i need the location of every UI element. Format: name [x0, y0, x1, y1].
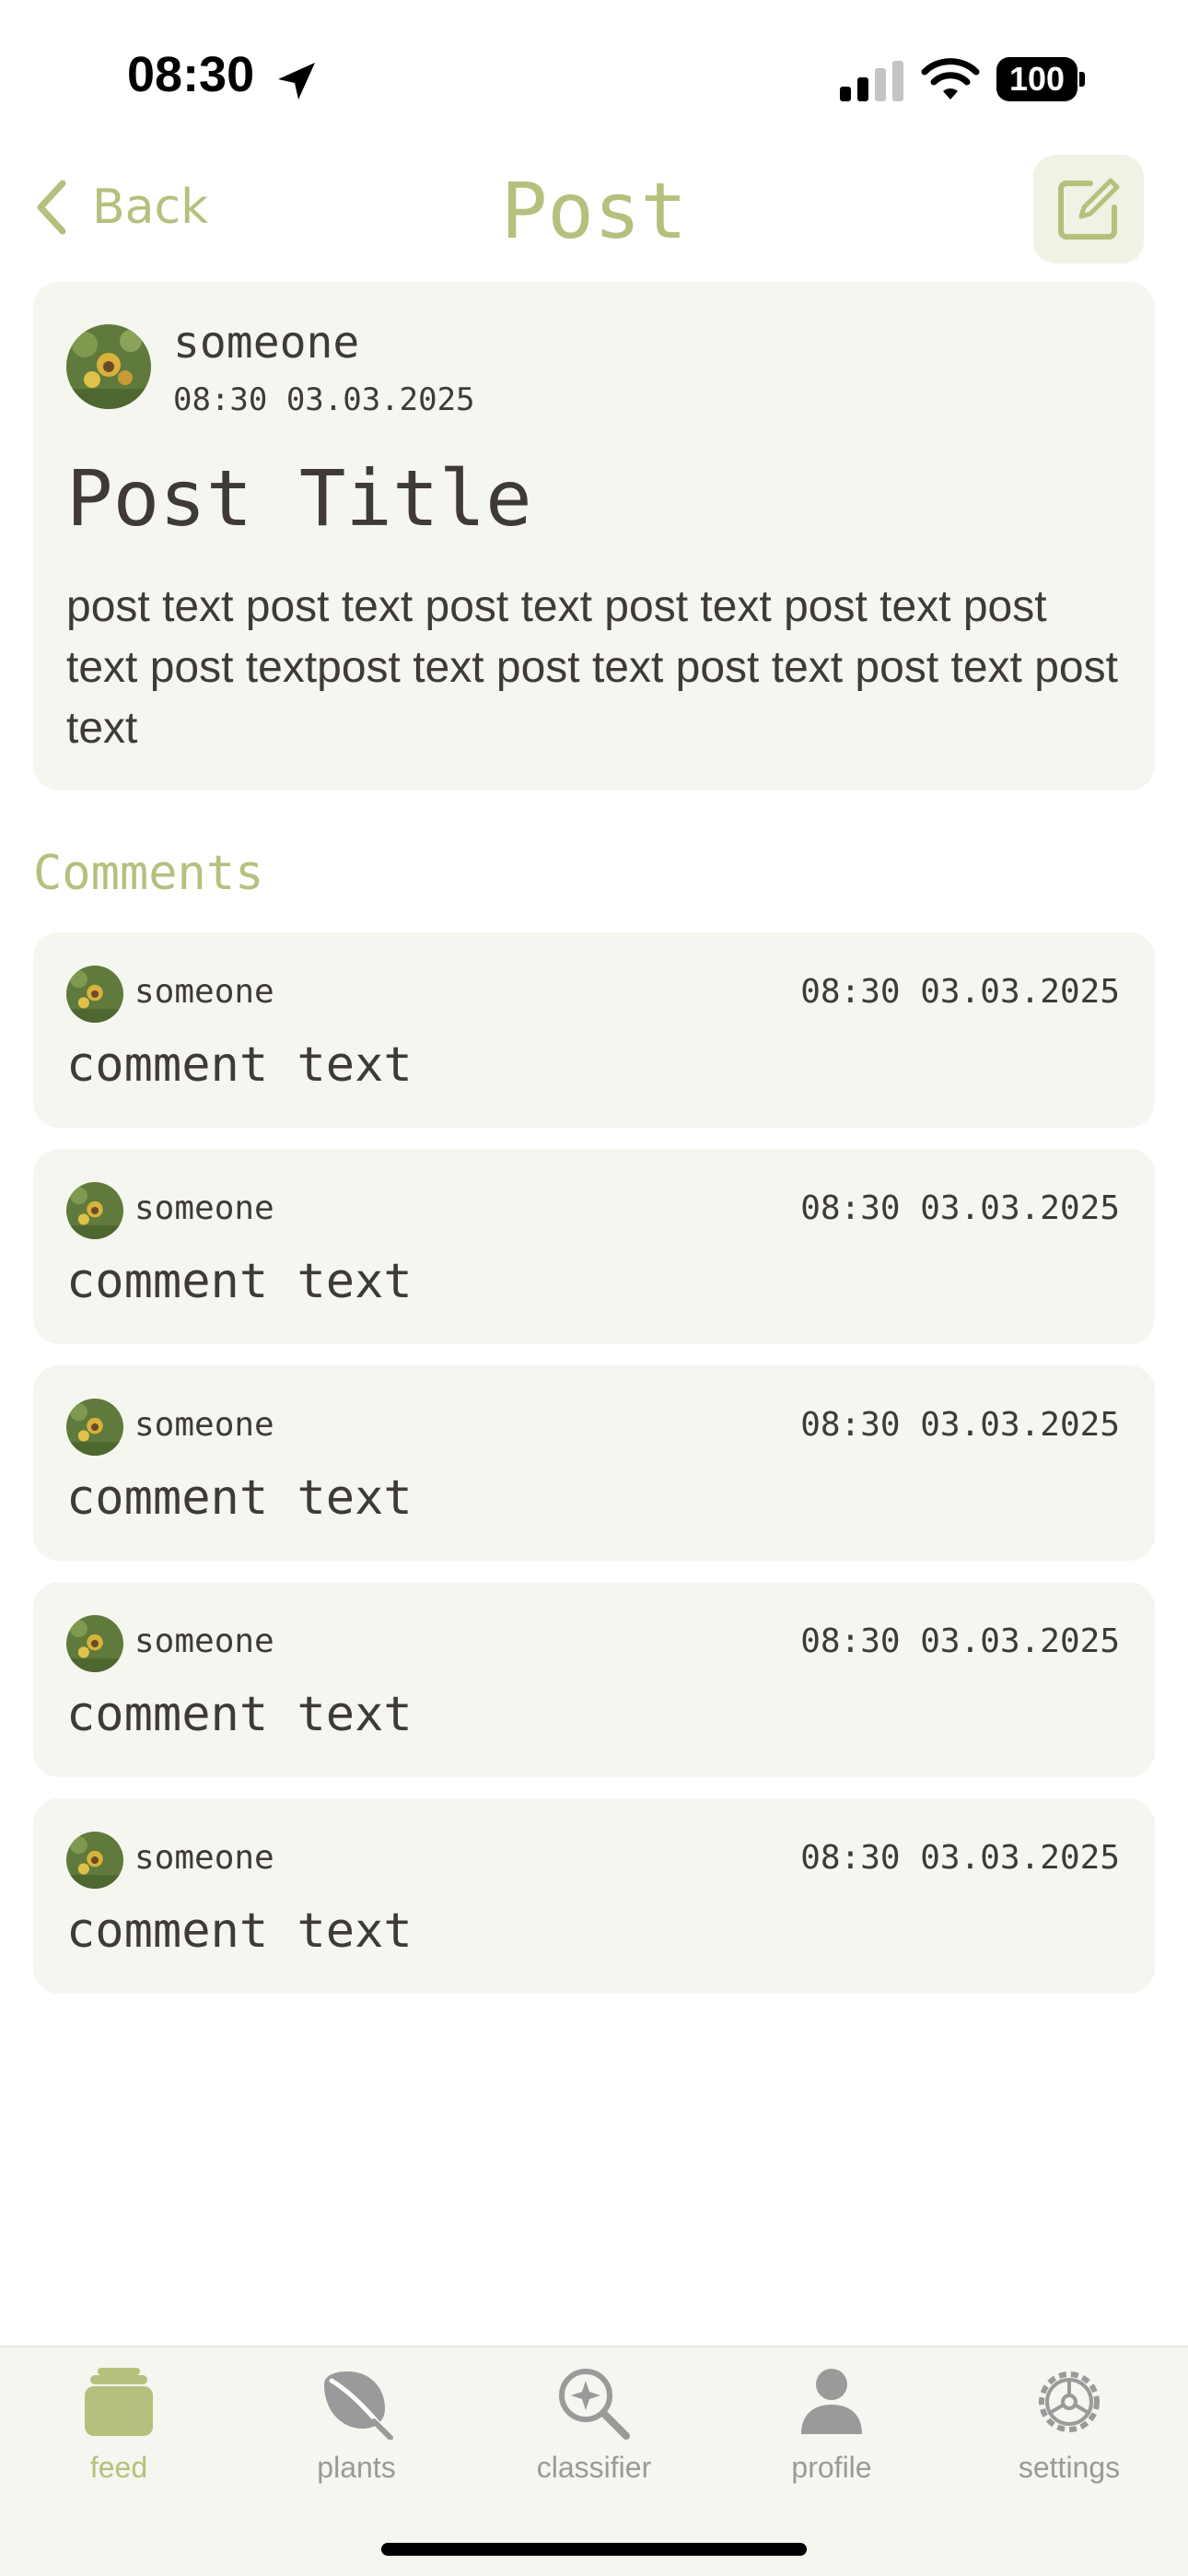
feed-stack-icon	[85, 2368, 153, 2436]
comment-text: comment text	[66, 1254, 413, 1309]
post-timestamp: 08:30 03.03.2025	[173, 381, 475, 418]
gear-icon	[1039, 2371, 1100, 2432]
avatar[interactable]	[66, 1399, 123, 1456]
avatar-photo	[66, 1832, 123, 1889]
cellular-signal-icon	[840, 61, 903, 101]
post-body: post text post text post text post text …	[66, 582, 1118, 753]
tab-label: plants	[317, 2451, 396, 2484]
comment-author[interactable]: someone	[134, 1839, 274, 1877]
compose-button[interactable]	[1033, 155, 1144, 263]
tab-bar: feed plants classifier profile settings	[0, 2346, 1188, 2576]
tab-label: feed	[89, 2451, 148, 2484]
leaf-icon	[324, 2371, 393, 2440]
tab-label: classifier	[536, 2451, 652, 2484]
post-title: Post Title	[66, 453, 532, 544]
comment-author[interactable]: someone	[134, 1622, 274, 1660]
comment-timestamp: 08:30 03.03.2025	[800, 1406, 1120, 1444]
avatar[interactable]	[66, 1182, 123, 1239]
navigation-bar: Back Post	[0, 147, 1188, 267]
comment-timestamp: 08:30 03.03.2025	[800, 1622, 1120, 1660]
avatar-photo	[66, 324, 151, 409]
comment-card: someone 08:30 03.03.2025 comment text	[33, 1582, 1155, 1777]
back-label: Back	[92, 180, 209, 235]
person-icon	[801, 2369, 862, 2434]
comment-timestamp: 08:30 03.03.2025	[800, 1189, 1120, 1227]
comment-text: comment text	[66, 1037, 413, 1093]
comment-text: comment text	[66, 1687, 413, 1742]
compose-icon	[1058, 178, 1120, 240]
location-arrow-icon	[278, 63, 315, 100]
avatar[interactable]	[66, 324, 151, 409]
comments-heading: Comments	[33, 846, 264, 901]
post-card: someone 08:30 03.03.2025 Post Title post…	[33, 282, 1155, 790]
post-author[interactable]: someone	[173, 317, 359, 369]
tab-feed[interactable]: feed	[0, 2364, 238, 2502]
tab-label: profile	[791, 2451, 872, 2484]
magnifier-sparkle-icon	[559, 2369, 630, 2440]
comments-list: someone 08:30 03.03.2025 comment text so…	[33, 932, 1155, 2015]
avatar-photo	[66, 966, 123, 1023]
comment-card: someone 08:30 03.03.2025 comment text	[33, 1149, 1155, 1344]
avatar[interactable]	[66, 966, 123, 1023]
tab-classifier[interactable]: classifier	[475, 2364, 713, 2502]
comment-timestamp: 08:30 03.03.2025	[800, 973, 1120, 1011]
comment-card: someone 08:30 03.03.2025 comment text	[33, 1365, 1155, 1561]
comment-author[interactable]: someone	[134, 1406, 274, 1444]
avatar-photo	[66, 1182, 123, 1239]
avatar[interactable]	[66, 1832, 123, 1889]
avatar[interactable]	[66, 1615, 123, 1672]
comment-card: someone 08:30 03.03.2025 comment text	[33, 932, 1155, 1128]
comment-card: someone 08:30 03.03.2025 comment text	[33, 1798, 1155, 1994]
status-bar: 08:30 100	[0, 0, 1188, 138]
wifi-icon	[921, 58, 980, 100]
avatar-photo	[66, 1615, 123, 1672]
tab-label: settings	[1018, 2451, 1121, 2484]
battery-level: 100	[1008, 60, 1066, 98]
battery-icon: 100	[996, 57, 1085, 101]
comment-text: comment text	[66, 1903, 413, 1959]
avatar-photo	[66, 1399, 123, 1456]
comment-author[interactable]: someone	[134, 973, 274, 1011]
comment-author[interactable]: someone	[134, 1189, 274, 1227]
tab-plants[interactable]: plants	[238, 2364, 475, 2502]
home-indicator	[381, 2543, 807, 2556]
chevron-left-icon	[37, 180, 66, 235]
tab-settings[interactable]: settings	[950, 2364, 1188, 2502]
back-button[interactable]: Back	[33, 175, 208, 240]
tab-profile[interactable]: profile	[713, 2364, 950, 2502]
comment-text: comment text	[66, 1470, 413, 1526]
comment-timestamp: 08:30 03.03.2025	[800, 1839, 1120, 1877]
status-time: 08:30	[127, 47, 255, 102]
